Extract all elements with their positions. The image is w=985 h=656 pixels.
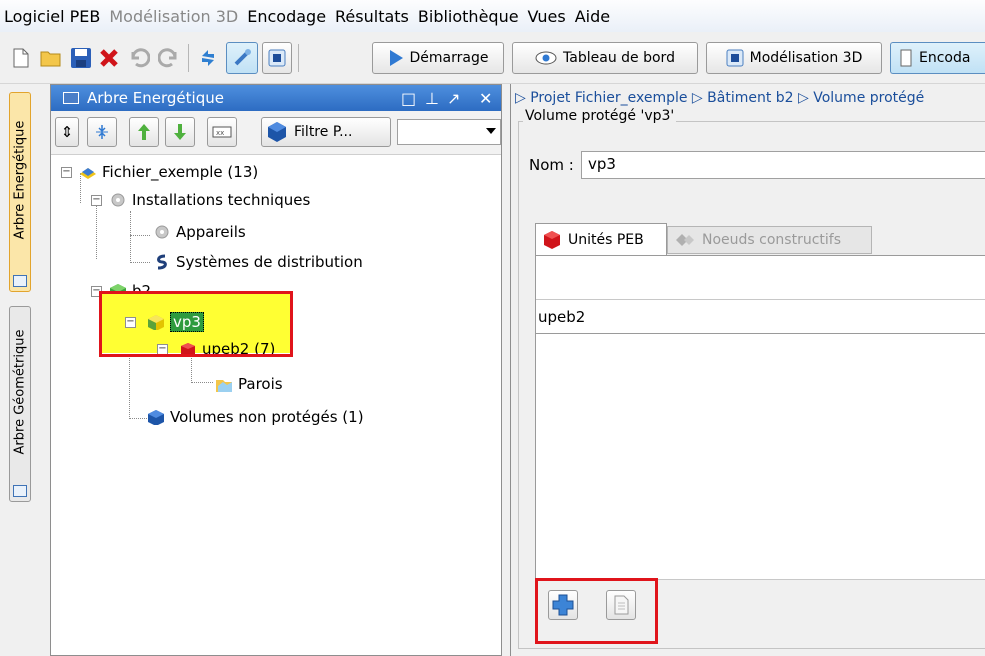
name-input[interactable]: vp3 (581, 151, 985, 179)
close-icon[interactable]: ✕ (479, 89, 492, 108)
filter-label: Filtre P... (294, 124, 353, 140)
tree-node-root[interactable]: Fichier_exemple (13) (79, 160, 258, 184)
annotation-box-buttons (535, 578, 658, 644)
undo-icon[interactable] (126, 42, 152, 74)
tree-toolbar: ⇕ xx Filtre P... (51, 111, 501, 155)
pin-icon[interactable]: ⊥ (425, 89, 439, 108)
menu-vues[interactable]: Vues (528, 7, 566, 26)
filter-button[interactable]: Filtre P... (261, 117, 391, 147)
view-3d-icon[interactable] (262, 42, 292, 74)
menu-modelisation-3d[interactable]: Modélisation 3D (109, 7, 238, 26)
collapse-root-icon[interactable]: − (61, 167, 72, 178)
tree-node-label: Parois (238, 375, 283, 393)
table-header (536, 256, 985, 300)
tree-node-appareils[interactable]: Appareils (153, 220, 246, 244)
cube-icon (268, 122, 286, 142)
move-down-icon[interactable] (165, 117, 195, 147)
demarrage-button[interactable]: Démarrage (372, 42, 504, 74)
filter-dropdown[interactable] (397, 119, 501, 145)
tab-arbre-geometrique[interactable]: Arbre Géométrique (9, 306, 31, 502)
nodes-icon (676, 234, 694, 246)
breadcrumb[interactable]: ▷ Projet Fichier_exemple ▷ Bâtiment b2 ▷… (515, 90, 924, 106)
tree-panel-icon (13, 275, 27, 287)
table-row[interactable]: upeb2 (536, 300, 985, 334)
chevron-down-icon (486, 128, 496, 134)
redo-icon[interactable] (156, 42, 182, 74)
menu-bibliotheque[interactable]: Bibliothèque (418, 7, 519, 26)
menu-resultats[interactable]: Résultats (335, 7, 409, 26)
collapse-all-icon[interactable] (87, 117, 117, 147)
menu-logiciel-peb[interactable]: Logiciel PEB (4, 7, 100, 26)
tree-node-label: Volumes non protégés (1) (170, 408, 364, 426)
tab-arbre-geometrique-label: Arbre Géométrique (12, 329, 28, 455)
detail-panel: ▷ Projet Fichier_exemple ▷ Bâtiment b2 ▷… (510, 84, 985, 656)
panel-icon (63, 92, 79, 104)
walls-icon (216, 380, 232, 392)
tree-node-installations[interactable]: Installations techniques (109, 188, 310, 212)
float-icon[interactable]: ↗ (447, 89, 460, 108)
tab-noeuds-constructifs[interactable]: Noeuds constructifs (667, 226, 872, 254)
tree-node-systemes[interactable]: Systèmes de distribution (153, 250, 363, 274)
new-file-icon[interactable] (8, 42, 34, 74)
groupbox-title: Volume protégé 'vp3' (523, 108, 677, 124)
tree-panel-icon (13, 485, 27, 497)
project-icon (80, 168, 96, 179)
table-cell: upeb2 (538, 308, 586, 326)
tableau-de-bord-label: Tableau de bord (563, 50, 675, 66)
save-icon[interactable] (68, 42, 94, 74)
eye-icon (535, 51, 557, 65)
menu-encodage[interactable]: Encodage (247, 7, 326, 26)
tableau-de-bord-button[interactable]: Tableau de bord (512, 42, 698, 74)
svg-text:xx: xx (216, 129, 224, 137)
panel-title: Arbre Energétique (87, 89, 224, 107)
encodage-button[interactable]: Encoda (890, 42, 985, 74)
gear-icon (111, 193, 125, 207)
demarrage-label: Démarrage (409, 50, 489, 66)
tree-node-parois[interactable]: Parois (215, 372, 283, 396)
link-tool-icon[interactable] (226, 42, 258, 74)
encodage-icon (900, 49, 912, 67)
open-folder-icon[interactable] (38, 42, 64, 74)
gear-icon (155, 225, 169, 239)
annotation-box-tree (99, 291, 293, 357)
menu-bar: Logiciel PEB Modélisation 3D Encodage Ré… (0, 0, 985, 32)
tree-node-label: Fichier_exemple (13) (102, 163, 259, 181)
modelisation-3d-label: Modélisation 3D (749, 50, 863, 66)
menu-aide[interactable]: Aide (575, 7, 610, 26)
tree-node-label: Installations techniques (132, 191, 311, 209)
peb-units-table: upeb2 (535, 255, 985, 632)
tab-arbre-energetique-label: Arbre Energétique (12, 120, 28, 240)
tab-unites-peb[interactable]: Unités PEB (535, 223, 667, 255)
tab-label: Noeuds constructifs (702, 232, 842, 248)
tree-node-label: Appareils (176, 223, 246, 241)
text-field-icon[interactable]: xx (207, 117, 237, 147)
collapse-installations-icon[interactable]: − (91, 195, 102, 206)
play-icon (389, 50, 403, 66)
tab-label: Unités PEB (568, 231, 644, 248)
unprotected-volume-icon (148, 410, 164, 425)
energy-tree-panel: Arbre Energétique □ ⊥ ↗ ✕ ⇕ xx Filtre P.… (50, 84, 502, 656)
move-up-icon[interactable] (129, 117, 159, 147)
tree-node-label: Systèmes de distribution (176, 253, 363, 271)
side-tab-rail: Arbre Energétique Arbre Géométrique (0, 84, 36, 656)
panel-title-bar: Arbre Energétique □ ⊥ ↗ ✕ (51, 85, 501, 111)
delete-icon[interactable] (96, 42, 122, 74)
expand-collapse-icon[interactable]: ⇕ (55, 117, 79, 147)
encodage-label: Encoda (919, 50, 971, 66)
minimize-icon[interactable]: □ (401, 89, 416, 108)
modelisation-3d-button[interactable]: Modélisation 3D (706, 42, 882, 74)
model-3d-icon (726, 49, 744, 67)
name-label: Nom : (529, 156, 574, 174)
peb-unit-icon (544, 230, 560, 249)
tab-arbre-energetique[interactable]: Arbre Energétique (9, 92, 31, 292)
toolbar: Démarrage Tableau de bord Modélisation 3… (0, 32, 985, 84)
distribution-icon (157, 254, 167, 270)
refresh-icon[interactable] (196, 42, 220, 74)
tree-node-volumes-non-proteges[interactable]: Volumes non protégés (1) (147, 405, 364, 429)
